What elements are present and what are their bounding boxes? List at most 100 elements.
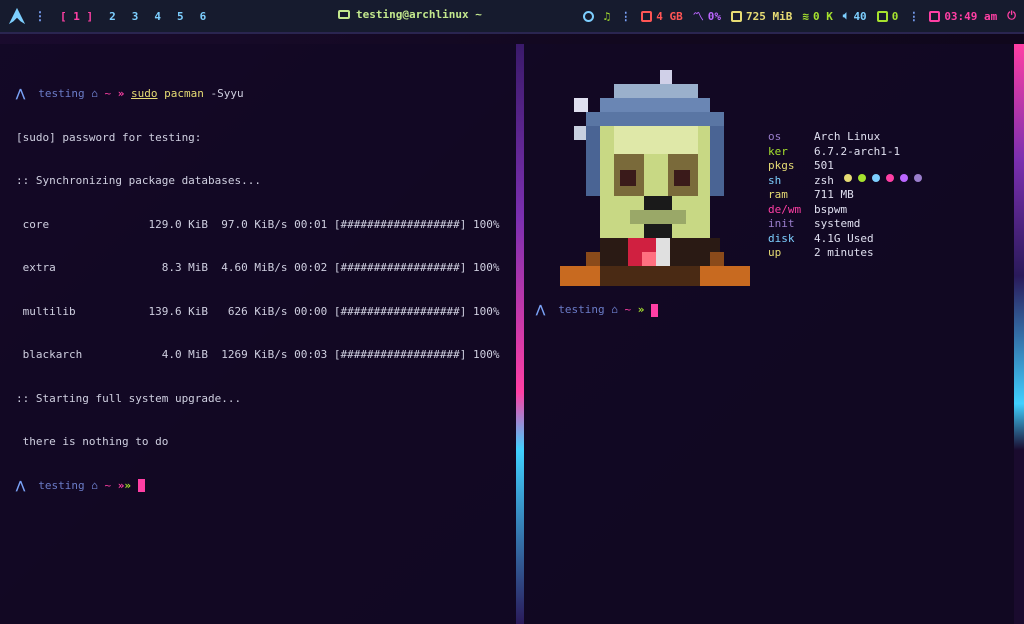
fetch-value: Arch Linux bbox=[814, 130, 881, 143]
cpu-module[interactable]: 〽 0% bbox=[693, 8, 721, 24]
output-line: core 129.0 KiB 97.0 KiB/s 00:01 [#######… bbox=[16, 217, 500, 231]
fetch-row: up 2 minutes bbox=[768, 246, 922, 261]
fetch-value: 711 MB bbox=[814, 188, 854, 201]
memory-module[interactable]: 725 MiB bbox=[730, 9, 793, 23]
music-icon: ♫ bbox=[603, 9, 611, 23]
prompt-line: ⋀ testing ⌂ ~ » sudo pacman -Syyu bbox=[16, 87, 499, 102]
fetch-key: pkgs bbox=[768, 159, 795, 172]
workspace-4[interactable]: 4 bbox=[154, 10, 161, 23]
output-line: multilib 139.6 KiB 626 KiB/s 00:00 [####… bbox=[16, 304, 500, 318]
workspace-3[interactable]: 3 bbox=[132, 10, 139, 23]
wifi-icon: ≋ bbox=[802, 9, 809, 23]
fetch-key: ram bbox=[768, 188, 788, 201]
arch-logo-icon[interactable] bbox=[8, 7, 26, 25]
fetch-value: 501 bbox=[814, 159, 834, 172]
window-title-text: testing@archlinux ~ bbox=[356, 8, 482, 21]
wallpaper-strip bbox=[1014, 44, 1024, 624]
arch-prompt-icon: ⋀ bbox=[16, 87, 26, 100]
disk-icon bbox=[641, 10, 653, 22]
home-icon: ⌂ bbox=[91, 478, 98, 492]
home-icon: ⌂ bbox=[91, 87, 98, 100]
power-icon: ⏻ bbox=[1007, 9, 1016, 22]
volume-icon: 🔈︎ bbox=[842, 9, 850, 22]
user-module[interactable] bbox=[582, 10, 594, 22]
output-line: blackarch 4.0 MiB 1269 KiB/s 00:03 [####… bbox=[16, 348, 500, 361]
fetch-value: 6.7.2-arch1-1 bbox=[814, 144, 901, 158]
output-line: :: Starting full system upgrade... bbox=[16, 391, 242, 405]
prompt-dir: ~ bbox=[624, 303, 632, 316]
fetch-row: ram 711 MB bbox=[768, 188, 922, 203]
prompt-arrow-icon: » bbox=[117, 87, 125, 100]
workspace-6[interactable]: 6 bbox=[200, 10, 207, 23]
power-module[interactable]: ⏻ bbox=[1007, 9, 1016, 23]
fetch-key: up bbox=[768, 246, 782, 259]
fetch-row: init systemd bbox=[768, 217, 922, 232]
workspace-1[interactable]: [ 1 ] bbox=[60, 10, 93, 23]
clock-module[interactable]: 03:49 am bbox=[929, 10, 997, 23]
prompt-dir: ~ bbox=[104, 87, 112, 100]
fetch-value: systemd bbox=[814, 217, 861, 230]
fetch-value: 2 minutes bbox=[814, 246, 874, 259]
fetch-value: zsh bbox=[814, 173, 834, 187]
memory-chip-icon bbox=[730, 10, 742, 22]
terminal-cursor bbox=[651, 303, 659, 317]
window-title: testing@archlinux ~ bbox=[338, 8, 482, 21]
fetch-row: os Arch Linux bbox=[768, 130, 922, 145]
fetch-row: de/wm bspwm bbox=[768, 203, 922, 218]
prompt-arrow-green-icon: » bbox=[637, 303, 645, 316]
terminal-cursor bbox=[137, 479, 145, 492]
arch-prompt-icon: ⋀ bbox=[536, 303, 546, 316]
cmd-pacman: pacman bbox=[164, 87, 204, 100]
fetch-key: sh bbox=[768, 173, 782, 187]
terminal-left[interactable]: ⋀ testing ⌂ ~ » sudo pacman -Syyu [sudo]… bbox=[0, 44, 516, 624]
network-module[interactable]: ≋ 0 K bbox=[802, 10, 833, 23]
network-value: 0 K bbox=[812, 9, 833, 23]
home-icon: ⌂ bbox=[611, 303, 618, 316]
fetch-row: pkgs 501 bbox=[768, 159, 922, 174]
fetch-row: sh zsh bbox=[768, 173, 922, 189]
memory-value: 725 MiB bbox=[745, 9, 793, 23]
updates-value: 0 bbox=[891, 9, 899, 23]
disk-value: 4 GB bbox=[656, 9, 683, 23]
fetch-value: bspwm bbox=[814, 202, 848, 216]
workspace-5[interactable]: 5 bbox=[177, 10, 184, 23]
workspace-2[interactable]: 2 bbox=[109, 10, 116, 23]
terminal-icon bbox=[338, 10, 350, 19]
updates-module[interactable]: 0 bbox=[876, 9, 899, 23]
fetch-key: ker bbox=[768, 144, 788, 158]
fetch-key: disk bbox=[768, 231, 795, 245]
cmd-args: -Syyu bbox=[210, 87, 244, 100]
prompt-user: testing bbox=[558, 303, 605, 316]
output-line: there is nothing to do bbox=[16, 435, 169, 448]
fetch-row: ker 6.7.2-arch1-1 bbox=[768, 145, 922, 160]
clock-icon bbox=[929, 10, 941, 22]
user-icon bbox=[582, 10, 594, 22]
fetch-info: os Arch Linux ker 6.7.2-arch1-1 pkgs 501 sh… bbox=[768, 130, 922, 261]
window-divider bbox=[516, 44, 524, 624]
cmd-sudo: sudo bbox=[131, 87, 158, 100]
separator-icon: ⋮ bbox=[620, 9, 632, 23]
music-module[interactable]: ♫ bbox=[604, 10, 611, 23]
prompt-line: ⋀ testing ⌂ ~ » bbox=[536, 303, 659, 317]
disk-module[interactable]: 4 GB bbox=[641, 10, 683, 23]
arch-prompt-icon: ⋀ bbox=[16, 478, 26, 492]
output-line: extra 8.3 MiB 4.60 MiB/s 00:02 [########… bbox=[16, 261, 500, 274]
fetch-key: init bbox=[768, 217, 795, 230]
fetch-key: de/wm bbox=[768, 202, 802, 216]
prompt-line: ⋀ testing ⌂ ~ »» bbox=[16, 479, 499, 494]
prompt-user: testing bbox=[38, 87, 85, 100]
pacman-ghosts-icon bbox=[843, 173, 922, 189]
cpu-graph-icon: 〽 bbox=[692, 10, 704, 23]
prompt-arrow-green-icon: » bbox=[124, 478, 132, 492]
top-bar: ⋮ [ 1 ] 2 3 4 5 6 testing@archlinux ~ ♫ … bbox=[0, 0, 1024, 34]
skull-ascii-art-icon bbox=[560, 70, 750, 286]
prompt-dir: ~ bbox=[104, 478, 112, 492]
fetch-row: disk 4.1G Used bbox=[768, 232, 922, 247]
volume-value: 40 bbox=[853, 9, 867, 23]
fetch-key: os bbox=[768, 130, 782, 143]
menu-dots-icon[interactable]: ⋮ bbox=[34, 9, 46, 23]
package-icon bbox=[876, 10, 888, 22]
volume-module[interactable]: 🔈︎ 40 bbox=[843, 9, 867, 23]
prompt-user: testing bbox=[38, 478, 85, 492]
output-line: :: Synchronizing package databases... bbox=[16, 174, 262, 187]
